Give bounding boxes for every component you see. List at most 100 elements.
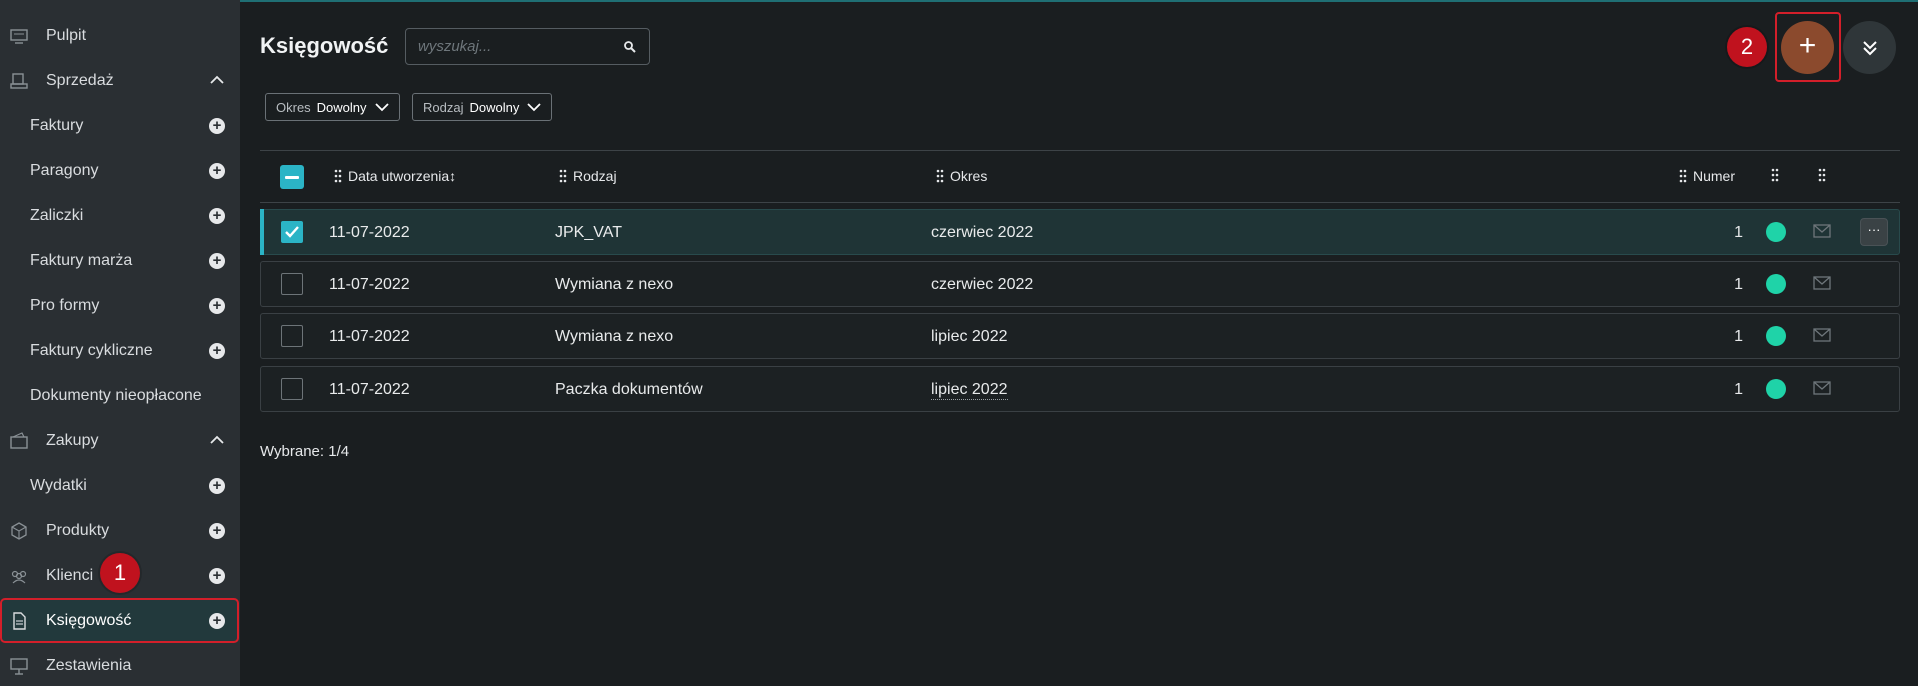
sidebar-item-produkty[interactable]: Produkty + [0, 508, 240, 553]
cell-type: Paczka dokumentów [555, 381, 703, 398]
column-header-type[interactable]: Rodzaj [559, 168, 617, 184]
double-chevron-down-icon [1862, 40, 1877, 55]
sidebar-item-zestawienia[interactable]: Zestawienia [0, 643, 240, 686]
sidebar-item-faktury[interactable]: Faktury + [0, 103, 240, 148]
mail-icon[interactable] [1813, 276, 1831, 290]
sidebar-item-wydatki[interactable]: Wydatki + [0, 463, 240, 508]
search-box [405, 28, 650, 65]
table-row[interactable]: 11-07-2022 Paczka dokumentów lipiec 2022… [260, 366, 1900, 412]
column-header-status[interactable] [1771, 168, 1785, 182]
search-input[interactable] [406, 29, 616, 64]
select-all-checkbox[interactable] [280, 165, 304, 189]
table-row[interactable]: 11-07-2022 JPK_VAT czerwiec 2022 1 ··· [260, 209, 1900, 255]
users-icon [11, 570, 27, 584]
sidebar-item-label: Faktury [30, 116, 84, 134]
cell-number: 1 [1734, 328, 1743, 345]
sidebar-item-label: Paragony [30, 161, 99, 179]
column-header-label: Data utworzenia↕ [348, 168, 457, 184]
row-checkbox[interactable] [281, 221, 303, 243]
sidebar-item-label: Księgowość [46, 611, 132, 629]
sidebar-item-label: Sprzedaż [46, 71, 114, 89]
cell-period: czerwiec 2022 [931, 276, 1034, 293]
filter-okres[interactable]: Okres Dowolny [265, 93, 400, 121]
chevron-up-icon[interactable] [210, 435, 224, 445]
row-checkbox[interactable] [281, 273, 303, 295]
drag-handle-icon[interactable] [936, 169, 944, 183]
drag-handle-icon[interactable] [334, 169, 342, 183]
filter-rodzaj[interactable]: Rodzaj Dowolny [412, 93, 553, 121]
row-checkbox[interactable] [281, 378, 303, 400]
box-icon [11, 522, 27, 540]
filter-key: Okres [276, 99, 311, 115]
cell-type: JPK_VAT [555, 224, 622, 241]
sidebar-item-dokumenty-nieoplacone[interactable]: Dokumenty nieopłacone [0, 373, 240, 418]
drag-handle-icon[interactable] [559, 169, 567, 183]
mail-icon[interactable] [1813, 381, 1831, 395]
status-dot [1766, 379, 1786, 399]
annotation-badge-2: 2 [1727, 27, 1767, 67]
add-circle-icon[interactable]: + [209, 478, 225, 494]
add-circle-icon[interactable]: + [209, 208, 225, 224]
drag-handle-icon[interactable] [1679, 169, 1687, 183]
sidebar-item-label: Wydatki [30, 476, 87, 494]
column-header-mail[interactable] [1818, 168, 1832, 182]
add-circle-icon[interactable]: + [209, 118, 225, 134]
filter-key: Rodzaj [423, 99, 464, 115]
add-circle-icon[interactable]: + [209, 568, 225, 584]
column-header-number[interactable]: Numer [1679, 168, 1735, 184]
row-actions-button[interactable]: ··· [1860, 218, 1888, 246]
drag-handle-icon[interactable] [1771, 168, 1779, 182]
add-circle-icon[interactable]: + [209, 343, 225, 359]
add-circle-icon[interactable]: + [209, 613, 225, 629]
table-row[interactable]: 11-07-2022 Wymiana z nexo lipiec 2022 1 [260, 313, 1900, 359]
cell-date: 11-07-2022 [329, 328, 410, 345]
cell-date: 11-07-2022 [329, 224, 410, 241]
add-button[interactable]: + [1781, 21, 1834, 74]
sidebar-item-pulpit[interactable]: Pulpit [0, 13, 240, 58]
cell-type: Wymiana z nexo [555, 276, 674, 293]
cell-period: czerwiec 2022 [931, 224, 1034, 241]
page-title: Księgowość [260, 33, 389, 58]
sidebar-item-label: Faktury cykliczne [30, 341, 153, 359]
add-circle-icon[interactable]: + [209, 163, 225, 179]
sidebar-item-faktury-cykliczne[interactable]: Faktury cykliczne + [0, 328, 240, 373]
expand-button[interactable] [1843, 21, 1896, 74]
add-circle-icon[interactable]: + [209, 523, 225, 539]
sidebar-item-zakupy[interactable]: Zakupy [0, 418, 240, 463]
sidebar-item-label: Faktury marża [30, 251, 133, 269]
row-checkbox[interactable] [281, 325, 303, 347]
sidebar-item-paragony[interactable]: Paragony + [0, 148, 240, 193]
column-header-period[interactable]: Okres [936, 168, 987, 184]
cell-period: lipiec 2022 [931, 328, 1008, 345]
status-dot [1766, 222, 1786, 242]
status-dot [1766, 326, 1786, 346]
mail-icon[interactable] [1813, 328, 1831, 342]
sidebar-item-ksiegowosc[interactable]: Księgowość + [0, 598, 239, 643]
cell-number: 1 [1734, 224, 1743, 241]
status-dot [1766, 274, 1786, 294]
sidebar-item-pro-formy[interactable]: Pro formy + [0, 283, 240, 328]
filter-value: Dowolny [316, 99, 367, 115]
table-row[interactable]: 11-07-2022 Wymiana z nexo czerwiec 2022 … [260, 261, 1900, 307]
mail-icon[interactable] [1813, 224, 1831, 238]
drag-handle-icon[interactable] [1818, 168, 1826, 182]
chevron-up-icon[interactable] [210, 75, 224, 85]
column-header-created[interactable]: Data utworzenia↕ [334, 168, 456, 184]
sidebar-item-label: Produkty [46, 521, 110, 539]
presentation-icon [10, 658, 28, 675]
search-icon[interactable] [623, 40, 637, 54]
monitor-icon [10, 29, 28, 44]
add-circle-icon[interactable]: + [209, 253, 225, 269]
cell-type: Wymiana z nexo [555, 328, 674, 345]
sidebar-item-label: Zaliczki [30, 206, 84, 224]
column-header-label: Rodzaj [573, 168, 617, 184]
add-circle-icon[interactable]: + [209, 298, 225, 314]
filter-value: Dowolny [469, 99, 520, 115]
sidebar-item-label: Pro formy [30, 296, 100, 314]
sidebar-item-zaliczki[interactable]: Zaliczki + [0, 193, 240, 238]
cell-date: 11-07-2022 [329, 381, 410, 398]
sidebar-item-faktury-marza[interactable]: Faktury marża + [0, 238, 240, 283]
sidebar-item-sprzedaz[interactable]: Sprzedaż [0, 58, 240, 103]
table-border [260, 202, 1900, 203]
sidebar-item-label: Pulpit [46, 26, 87, 44]
